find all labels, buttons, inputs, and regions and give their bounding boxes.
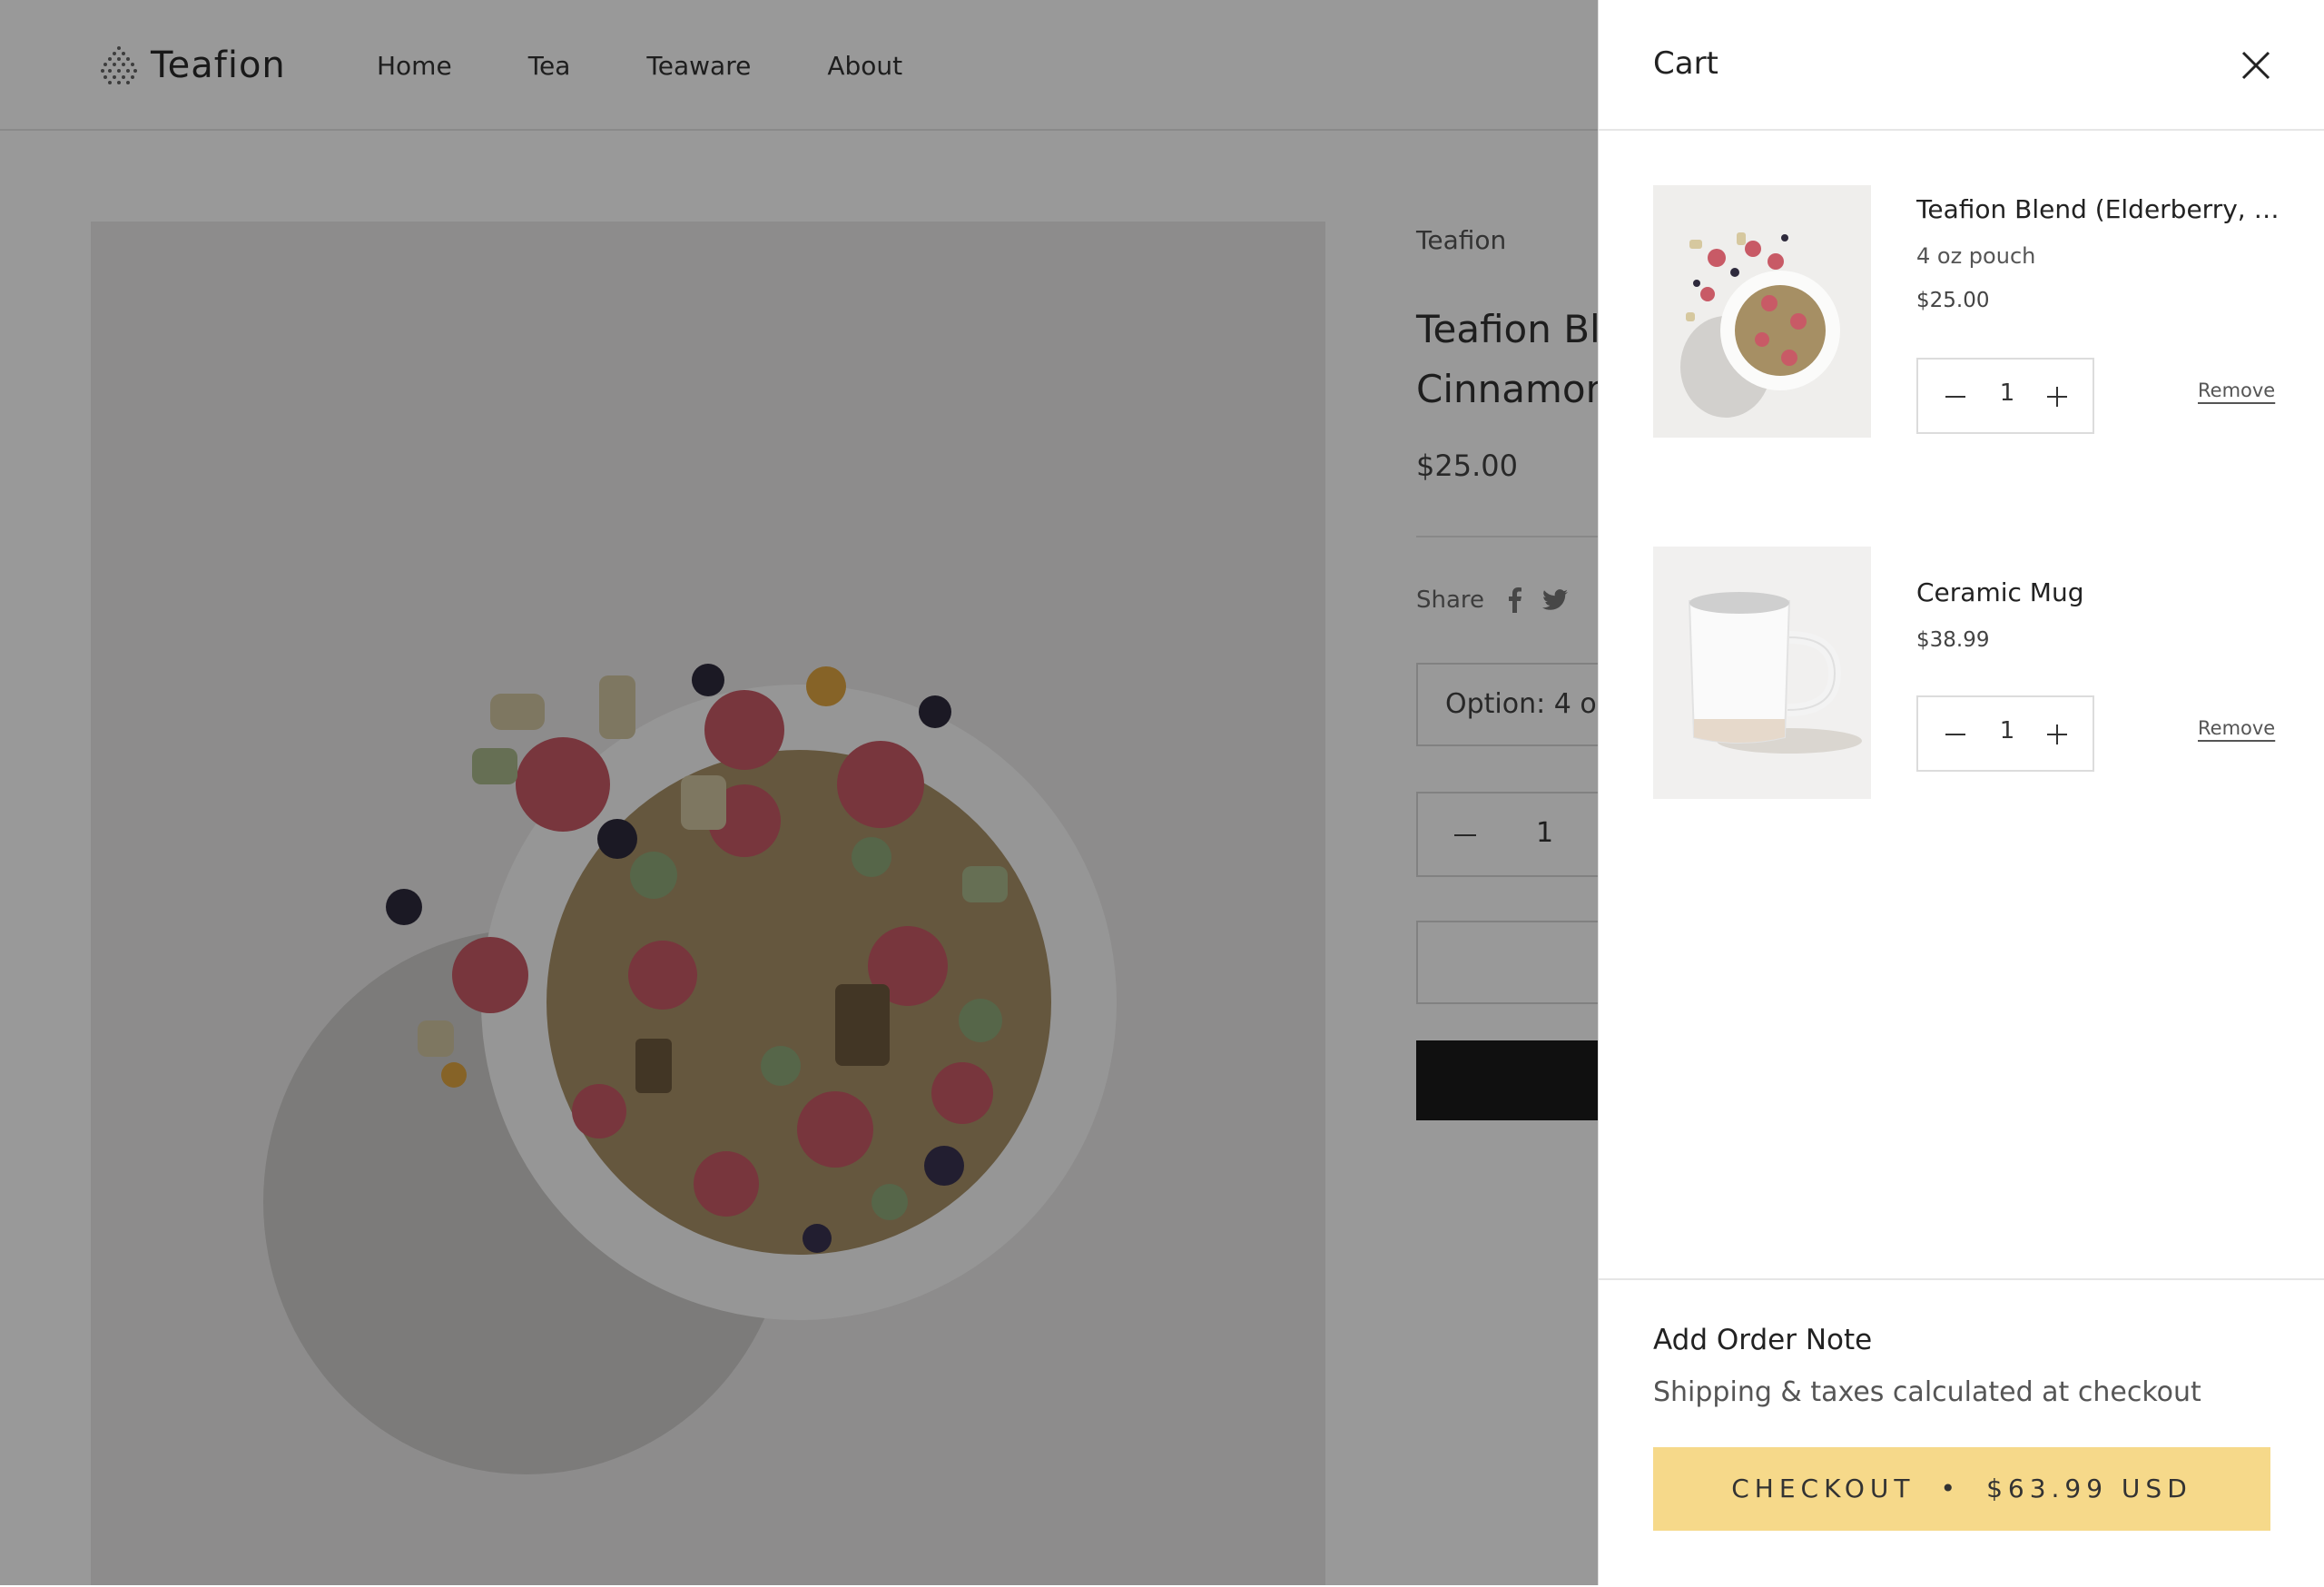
quantity-value[interactable]: 1 <box>1918 380 2096 407</box>
remove-button[interactable]: Remove <box>2198 380 2275 401</box>
checkout-button[interactable]: CHECKOUT • $63.99 USD <box>1653 1447 2270 1531</box>
cart-title: Cart <box>1653 45 1718 82</box>
plus-icon[interactable] <box>2047 724 2067 744</box>
add-order-note-button[interactable]: Add Order Note <box>1653 1324 1872 1356</box>
cart-item-image-mug[interactable] <box>1653 547 1871 799</box>
cart-item-variant: 4 oz pouch <box>1916 243 2036 269</box>
cart-drawer: Cart Teafion Blend (Elderberry, Ec... 4 … <box>1598 0 2324 1585</box>
tea-thumbnail <box>1680 232 1840 418</box>
page-overlay[interactable] <box>0 0 1598 1585</box>
cart-item-image-tea[interactable] <box>1653 185 1871 438</box>
close-icon[interactable] <box>2234 44 2278 87</box>
cart-item-name[interactable]: Ceramic Mug <box>1916 577 2280 607</box>
checkout-total: $63.99 USD <box>1986 1474 2192 1503</box>
remove-button[interactable]: Remove <box>2198 717 2275 739</box>
cart-item-name[interactable]: Teafion Blend (Elderberry, Ec... <box>1916 194 2280 224</box>
quantity-value[interactable]: 1 <box>1918 717 2096 744</box>
checkout-label: CHECKOUT <box>1731 1474 1915 1503</box>
cart-item: Teafion Blend (Elderberry, Ec... 4 oz po… <box>1653 185 2280 458</box>
cart-item: Ceramic Mug $38.99 1 Remove <box>1653 547 2280 819</box>
quantity-stepper: 1 <box>1916 695 2094 772</box>
mug-thumbnail <box>1688 592 1862 754</box>
cart-item-price: $25.00 <box>1916 289 1990 312</box>
cart-header: Cart <box>1599 0 2324 131</box>
shipping-note: Shipping & taxes calculated at checkout <box>1653 1376 2201 1408</box>
cart-item-price: $38.99 <box>1916 628 1990 652</box>
cart-footer: Add Order Note Shipping & taxes calculat… <box>1599 1278 2324 1587</box>
quantity-stepper: 1 <box>1916 358 2094 434</box>
plus-icon[interactable] <box>2047 387 2067 407</box>
separator-dot: • <box>1940 1474 1962 1503</box>
